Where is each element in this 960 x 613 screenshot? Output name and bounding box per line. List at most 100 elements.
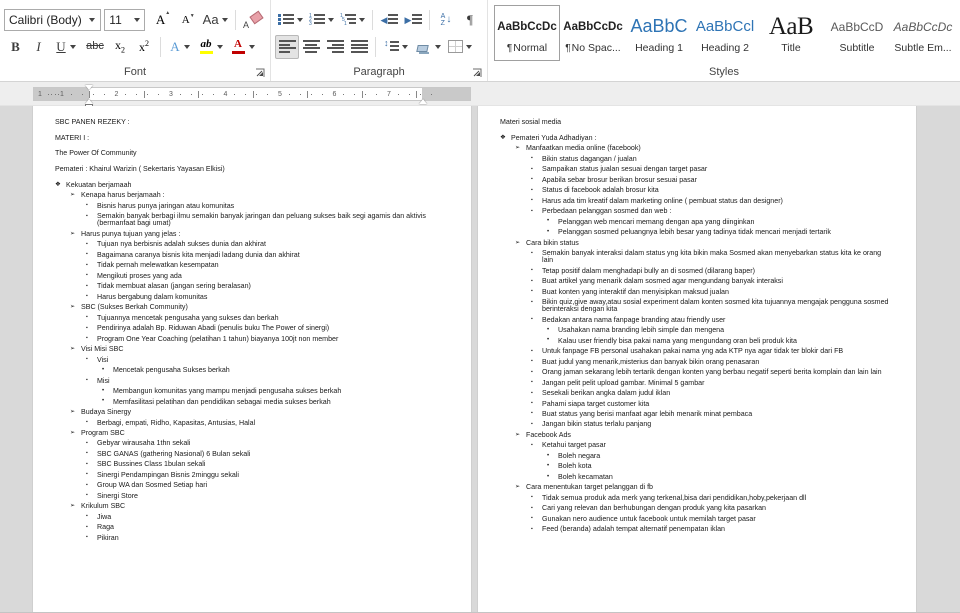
list-item[interactable]: ➢ Manfaatkan media online (facebook) [500, 145, 894, 152]
chevron-down-icon[interactable] [129, 17, 144, 22]
list-item[interactable]: • Pelanggan sosmed peluangnya lebih besar… [500, 228, 894, 236]
chevron-down-icon[interactable] [183, 44, 190, 49]
styles-gallery[interactable]: AaBbCcDc ¶Normal AaBbCcDc ¶No Spac... Aa… [492, 4, 956, 62]
list-item[interactable]: ▪ Apabila sebar brosur berikan brosur ses… [500, 176, 894, 184]
superscript-button[interactable]: x2 [132, 35, 156, 59]
list-item[interactable]: ▪ Buat artikel yang menarik dalam sosmed … [500, 277, 894, 285]
list-item[interactable]: ▪ Sampaikan status jualan sesuai dengan t… [500, 166, 894, 173]
list-item[interactable]: ▪ Mengikuti proses yang ada [55, 272, 449, 280]
style-item-subtle-emphasis[interactable]: AaBbCcDc Subtle Em... [890, 4, 956, 61]
list-item[interactable]: • Boleh kota [500, 463, 894, 470]
list-item[interactable]: • Boleh kecamatan [500, 473, 894, 481]
style-item-subtitle[interactable]: AaBbCcD Subtitle [824, 4, 890, 61]
list-item[interactable]: ▪ Pahami siapa target customer kita [500, 400, 894, 408]
list-item[interactable]: ▪ Bedakan antara nama fanpage branding at… [500, 316, 894, 324]
list-item[interactable]: ▪ Perbedaan pelanggan sosmed dan web : [500, 207, 894, 215]
page-left[interactable]: SBC PANEN REZEKY : MATERI I : The Power Of… [33, 106, 471, 613]
line-spacing-button[interactable]: ↕ [380, 35, 412, 59]
text-highlight-button[interactable]: ab [195, 35, 227, 59]
list-item[interactable]: • Kalau user friendly bisa pakai nama yan… [500, 337, 894, 345]
document-paragraph[interactable]: Materi sosial media [500, 118, 894, 126]
strikethrough-button[interactable]: abc [82, 35, 108, 59]
list-item[interactable]: ▪ Sinergi Pendampingan Bisnis 2minggu sek… [55, 471, 449, 479]
list-item[interactable]: ▪ Semakin banyak berbagi ilmu semakin ban… [55, 213, 449, 227]
list-item[interactable]: ➢ Kenapa harus berjamaah : [55, 192, 449, 199]
shrink-font-button[interactable]: A [176, 8, 196, 32]
document-canvas[interactable]: SBC PANEN REZEKY : MATERI I : The Power Of… [0, 106, 960, 613]
list-item[interactable]: ➢ Budaya Sinergy [55, 408, 449, 416]
shading-button[interactable] [412, 35, 444, 59]
list-item[interactable]: ▪ Status di facebook adalah brosur kita [500, 187, 894, 194]
list-item[interactable]: ▪ SBC Bussines Class 1bulan sekali [55, 461, 449, 468]
list-item[interactable]: ▪ Harus ada tim kreatif dalam marketing o… [500, 197, 894, 205]
style-item-heading-2[interactable]: AaBbCcl Heading 2 [692, 4, 758, 61]
change-case-button[interactable]: Aa [199, 8, 231, 32]
list-item[interactable]: ➢ Krikulum SBC [55, 503, 449, 510]
list-item[interactable]: ▪ Bikin quiz,give away,atau sosial experi… [500, 298, 894, 313]
font-color-button[interactable]: A [227, 35, 259, 59]
list-item[interactable]: ▪ Raga [55, 524, 449, 531]
chevron-down-icon[interactable] [297, 17, 303, 22]
list-item[interactable]: ▪ Buat status yang berisi manfaat agar le… [500, 410, 894, 418]
list-item[interactable]: ➢ Program SBC [55, 429, 449, 437]
bold-button[interactable]: B [4, 35, 27, 59]
clear-formatting-button[interactable]: A [240, 8, 266, 32]
list-item[interactable]: ▪ Gebyar wirausaha 1thn sekali [55, 440, 449, 447]
list-item[interactable]: ▪ Bikin status dagangan / jualan [500, 155, 894, 163]
list-item[interactable]: ➢ SBC (Sukses Berkah Community) [55, 304, 449, 311]
list-item[interactable]: ▪ Buat konten yang interaktif dan menyisi… [500, 288, 894, 296]
list-item[interactable]: ❖ Pemateri Yuda Adhadiyan : [500, 134, 894, 142]
document-paragraph[interactable]: SBC PANEN REZEKY : [55, 118, 449, 126]
list-item[interactable]: • Pelanggan web mencari memang dengan apa… [500, 218, 894, 226]
list-item[interactable]: ➢ Facebook Ads [500, 431, 894, 439]
align-center-button[interactable] [299, 35, 323, 59]
multilevel-list-button[interactable]: 1 5 1 [337, 8, 368, 32]
list-item[interactable]: ➢ Cara menentukan target pelanggan di fb [500, 484, 894, 491]
list-item[interactable]: • Mencetak pengusaha Sukses berkah [55, 366, 449, 374]
list-item[interactable]: ▪ Orang jaman sekarang lebih tertarik den… [500, 368, 894, 376]
font-size-combo[interactable]: 11 [104, 8, 146, 31]
list-item[interactable]: ▪ Pendirinya adalah Bp. Riduwan Abadi (pe… [55, 325, 449, 332]
style-item-heading-1[interactable]: AaBbC Heading 1 [626, 4, 692, 61]
italic-button[interactable]: I [27, 35, 50, 59]
list-item[interactable]: ❖ Kekuatan berjamaah [55, 181, 449, 189]
horizontal-ruler[interactable]: 1 1 2 3 4 5 6 7 [33, 85, 471, 110]
list-item[interactable]: ▪ Pikiran [55, 534, 449, 542]
list-item[interactable]: ▪ Semakin banyak interaksi dalam status y… [500, 249, 894, 264]
chevron-down-icon[interactable] [359, 17, 365, 22]
chevron-down-icon[interactable] [402, 44, 408, 49]
bullets-button[interactable] [275, 8, 306, 32]
list-item[interactable]: • Membangun komunitas yang mampu menjadi … [55, 387, 449, 395]
list-item[interactable]: ▪ Program One Year Coaching (pelatihan 1 … [55, 335, 449, 343]
list-item[interactable]: ➢ Harus punya tujuan yang jelas : [55, 230, 449, 238]
chevron-down-icon[interactable] [69, 44, 76, 49]
justify-button[interactable] [347, 35, 371, 59]
align-left-button[interactable] [275, 34, 299, 59]
sort-button[interactable]: AZ ↓ [434, 8, 458, 32]
increase-indent-button[interactable]: ▶ [401, 8, 425, 32]
list-item[interactable]: ▪ Tujuannya mencetak pengusaha yang sukse… [55, 314, 449, 322]
paragraph-dialog-launcher[interactable] [472, 68, 483, 79]
list-item[interactable]: ➢ Visi Misi SBC [55, 346, 449, 353]
style-item-no-spacing[interactable]: AaBbCcDc ¶No Spac... [560, 4, 626, 61]
list-item[interactable]: ▪ Misi [55, 377, 449, 385]
list-item[interactable]: ▪ Sinergi Store [55, 492, 449, 500]
list-item[interactable]: ▪ Untuk fanpage FB personal usahakan paka… [500, 347, 894, 355]
list-item[interactable]: ▪ Sesekali berikan angka dalam judul ikla… [500, 389, 894, 397]
list-item[interactable]: ▪ Harus bergabung dalam komunitas [55, 293, 449, 301]
style-item-title[interactable]: AaB Title [758, 4, 824, 61]
subscript-button[interactable]: x2 [108, 35, 132, 59]
document-paragraph[interactable]: MATERI I : [55, 134, 449, 142]
list-item[interactable]: ▪ Tetap positif dalam menghadapi bully an… [500, 267, 894, 275]
chevron-down-icon[interactable] [216, 44, 223, 49]
list-item[interactable]: ▪ Feed (beranda) adalah tempat alternatif… [500, 526, 894, 533]
borders-button[interactable] [444, 35, 476, 59]
chevron-down-icon[interactable] [85, 17, 100, 22]
font-dialog-launcher[interactable] [255, 68, 266, 79]
underline-button[interactable]: U [50, 35, 82, 59]
list-item[interactable]: • Boleh negara [500, 452, 894, 460]
list-item[interactable]: ▪ Jangan pelit pelit upload gambar. Minim… [500, 379, 894, 387]
list-item[interactable]: ▪ Jangan bikin status terlalu panjang [500, 421, 894, 428]
first-line-indent-marker[interactable] [85, 85, 93, 90]
list-item[interactable]: ▪ Tidak semua produk ada merk yang terken… [500, 494, 894, 502]
